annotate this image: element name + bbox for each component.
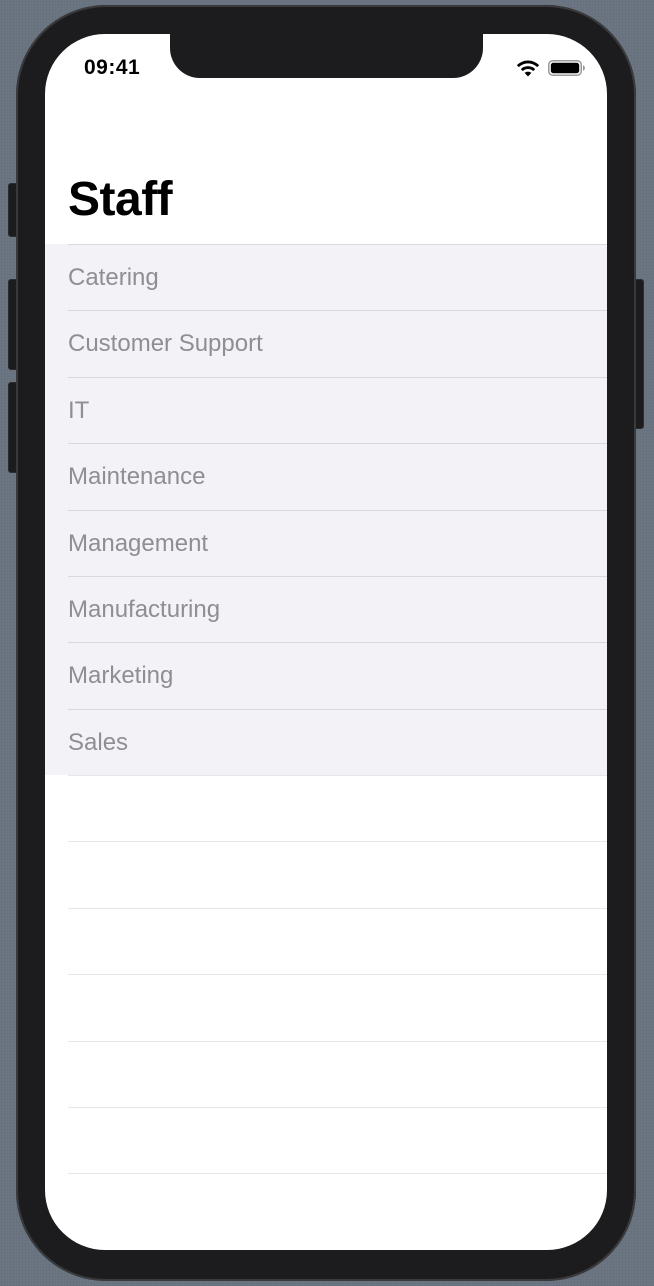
empty-row-separator	[45, 1173, 607, 1239]
list-item-label: Marketing	[68, 662, 174, 690]
list-item-catering[interactable]: Catering	[45, 244, 607, 311]
page-title: Staff	[68, 173, 173, 226]
list-item-label: Maintenance	[68, 463, 206, 491]
list-item-marketing[interactable]: Marketing	[45, 642, 607, 709]
department-list: Catering Customer Support IT Maintenance…	[45, 244, 607, 776]
empty-row-separator	[45, 907, 607, 974]
empty-row-separator	[45, 974, 607, 1040]
screen: 09:41 Staff Catering Customer Support IT…	[45, 34, 607, 1250]
battery-icon	[548, 60, 585, 76]
empty-row-separator	[45, 1106, 607, 1173]
list-item-sales[interactable]: Sales	[45, 708, 607, 776]
empty-row-separator	[45, 775, 607, 841]
list-item-management[interactable]: Management	[45, 509, 607, 576]
list-item-label: Customer Support	[68, 330, 263, 358]
list-item-label: Manufacturing	[68, 595, 221, 623]
list-item-maintenance[interactable]: Maintenance	[45, 443, 607, 510]
list-item-manufacturing[interactable]: Manufacturing	[45, 575, 607, 643]
empty-list-area	[45, 775, 607, 1240]
wifi-icon	[516, 60, 540, 77]
list-item-it[interactable]: IT	[45, 376, 607, 444]
list-item-customer-support[interactable]: Customer Support	[45, 310, 607, 377]
status-time: 09:41	[84, 56, 141, 79]
list-item-label: IT	[68, 396, 90, 424]
list-item-label: Management	[68, 529, 209, 557]
empty-row-separator	[45, 1040, 607, 1107]
list-item-label: Catering	[68, 264, 159, 291]
list-item-label: Sales	[68, 728, 129, 756]
notch	[170, 34, 483, 78]
empty-row-separator	[45, 841, 607, 907]
